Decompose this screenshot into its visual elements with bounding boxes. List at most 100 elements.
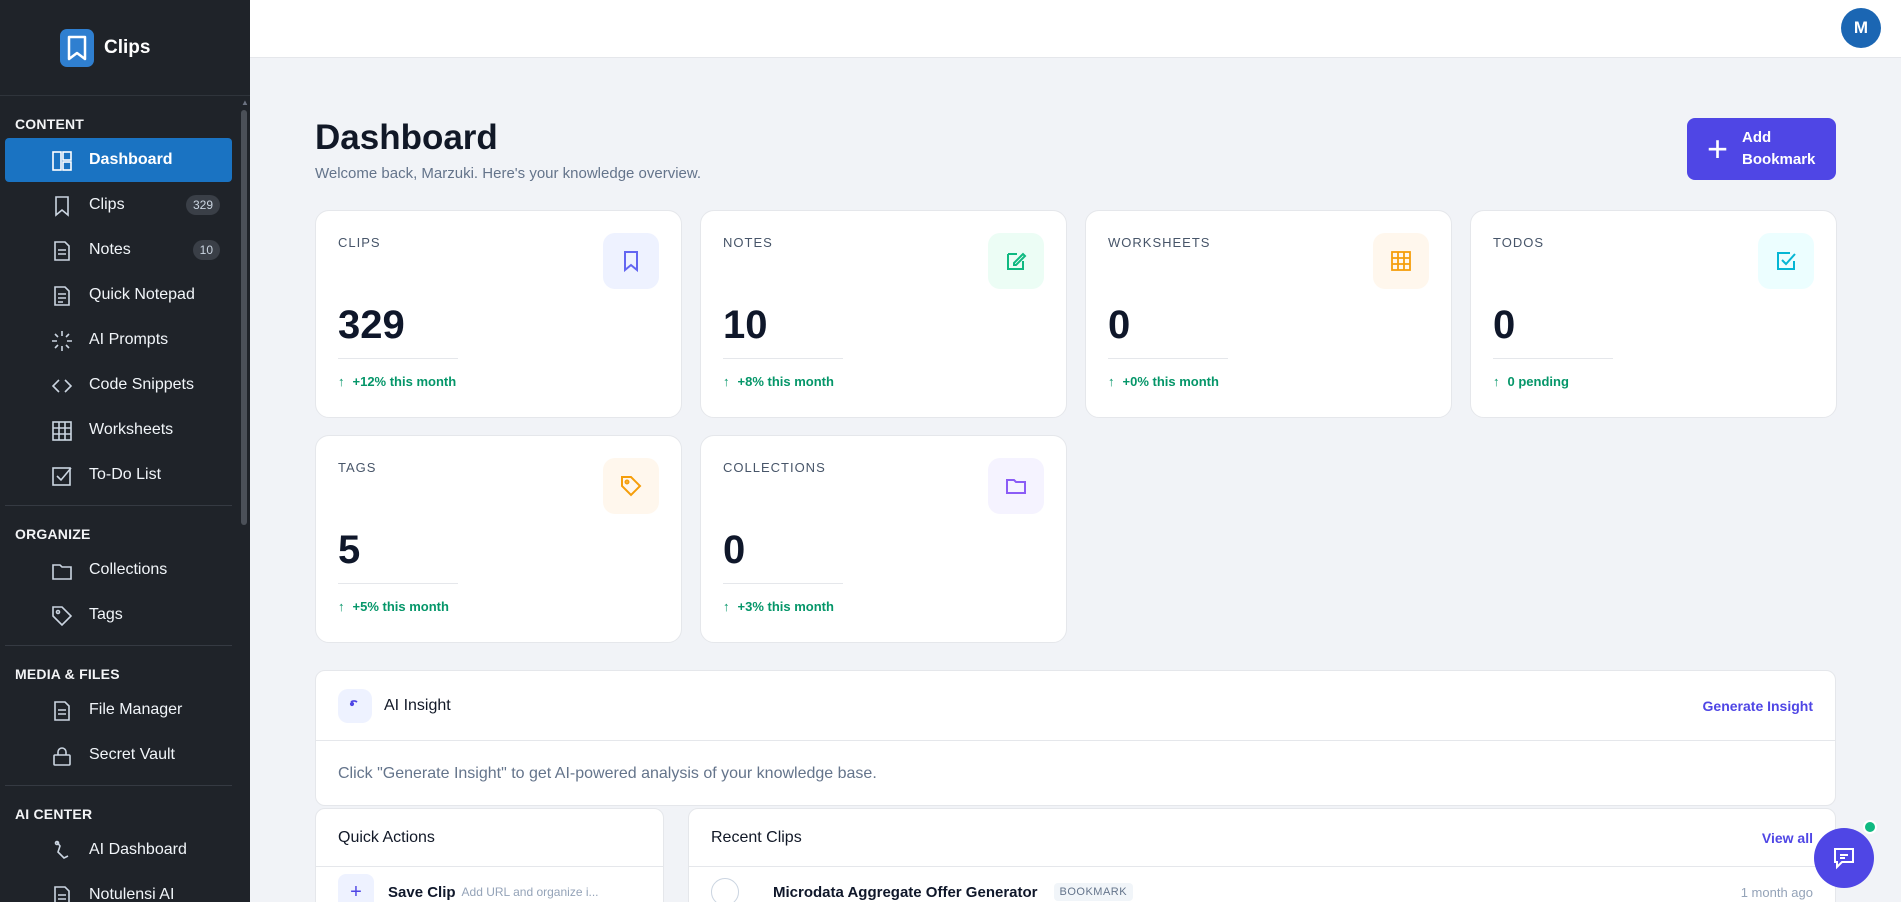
topbar: M: [250, 0, 1901, 58]
checkbox-icon: [1758, 233, 1814, 289]
sidebar-item-worksheets[interactable]: Worksheets: [5, 408, 232, 452]
sidebar-item-collections[interactable]: Collections: [5, 548, 232, 592]
sidebar-item-todo-list[interactable]: To-Do List: [5, 453, 232, 497]
app-logo-icon: [60, 28, 94, 67]
globe-icon: [711, 878, 739, 902]
stat-card-notes[interactable]: NOTES 10 ↑ +8% this month: [700, 210, 1067, 418]
lock-icon: [53, 747, 71, 766]
arrow-up-icon: ↑: [1493, 374, 1500, 389]
divider: [338, 583, 458, 584]
stat-card-tags[interactable]: TAGS 5 ↑ +5% this month: [315, 435, 682, 643]
page-subtitle: Welcome back, Marzuki. Here's your knowl…: [315, 165, 702, 182]
sidebar-item-label: AI Dashboard: [89, 841, 187, 858]
sidebar-item-label: Collections: [89, 561, 168, 578]
ai-insight-title: AI Insight: [384, 696, 451, 714]
arrow-up-icon: ↑: [723, 374, 730, 389]
bookmark-icon: [55, 196, 69, 217]
scroll-up-arrow-icon[interactable]: ▲: [241, 98, 249, 107]
add-bookmark-button[interactable]: + Add Bookmark: [1687, 118, 1836, 180]
stat-label: COLLECTIONS: [723, 460, 826, 475]
sidebar-item-notulensi-ai[interactable]: Notulensi AI: [5, 873, 232, 902]
quick-actions-title: Quick Actions: [316, 809, 663, 867]
stat-label: CLIPS: [338, 235, 381, 250]
sidebar-item-dashboard[interactable]: Dashboard: [5, 138, 232, 182]
stat-value: 10: [723, 303, 768, 347]
note-icon: [54, 241, 70, 261]
sidebar-item-label: Dashboard: [89, 151, 173, 168]
ai-insight-card: AI Insight Generate Insight Click "Gener…: [315, 670, 1836, 806]
grid-icon: [1373, 233, 1429, 289]
section-organize: ORGANIZE: [15, 526, 91, 542]
divider: [1108, 358, 1228, 359]
divider: [338, 358, 458, 359]
generate-insight-button[interactable]: Generate Insight: [1703, 698, 1813, 714]
trend-text: +5% this month: [352, 599, 449, 614]
quick-action-desc: Add URL and organize i...: [461, 885, 599, 899]
stat-value: 0: [1493, 303, 1516, 347]
spark-icon: [52, 331, 72, 351]
stat-trend: ↑ +0% this month: [1108, 374, 1219, 389]
count-badge: 329: [185, 195, 220, 215]
arrow-up-icon: ↑: [338, 374, 345, 389]
stat-card-clips[interactable]: CLIPS 329 ↑ +12% this month: [315, 210, 682, 418]
stat-card-collections[interactable]: COLLECTIONS 0 ↑ +3% this month: [700, 435, 1067, 643]
sidebar-item-quick-notepad[interactable]: Quick Notepad: [5, 273, 232, 317]
quick-action-label: Save Clip: [388, 883, 456, 901]
view-all-link[interactable]: View all: [1762, 830, 1813, 846]
sidebar-item-clips[interactable]: Clips 329: [5, 183, 232, 227]
sidebar-item-code-snippets[interactable]: Code Snippets: [5, 363, 232, 407]
arrow-up-icon: ↑: [338, 599, 345, 614]
trend-text: 0 pending: [1507, 374, 1569, 389]
recent-clips-header: Recent Clips View all: [689, 809, 1835, 867]
stat-trend: ↑ +3% this month: [723, 599, 834, 614]
plus-icon: +: [1707, 128, 1729, 169]
sidebar-item-tags[interactable]: Tags: [5, 593, 232, 637]
online-status-dot: [1863, 820, 1877, 834]
plus-icon: +: [338, 874, 374, 902]
sidebar-item-ai-prompts[interactable]: AI Prompts: [5, 318, 232, 362]
folder-icon: [52, 564, 72, 580]
sidebar-item-label: File Manager: [89, 701, 183, 718]
trend-text: +3% this month: [737, 599, 834, 614]
tag-icon: [52, 606, 73, 627]
arrow-up-icon: ↑: [723, 599, 730, 614]
ai-insight-body: Click "Generate Insight" to get AI-power…: [338, 765, 877, 782]
stat-label: WORKSHEETS: [1108, 235, 1211, 250]
sidebar-scrollbar[interactable]: [241, 110, 247, 525]
grid-icon: [52, 421, 72, 441]
sidebar-item-notes[interactable]: Notes 10: [5, 228, 232, 272]
stat-value: 5: [338, 528, 361, 572]
bookmark-icon: [603, 233, 659, 289]
edit-icon: [988, 233, 1044, 289]
sidebar-item-label: Code Snippets: [89, 376, 194, 393]
sidebar-item-file-manager[interactable]: File Manager: [5, 688, 232, 732]
section-ai-center: AI CENTER: [15, 806, 93, 822]
chat-icon: [1834, 848, 1854, 870]
section-media-files: MEDIA & FILES: [15, 666, 120, 682]
list-item[interactable]: Microdata Aggregate Offer Generator BOOK…: [689, 867, 1835, 902]
divider: [723, 583, 843, 584]
stat-card-worksheets[interactable]: WORKSHEETS 0 ↑ +0% this month: [1085, 210, 1452, 418]
divider: [723, 358, 843, 359]
file-icon: [54, 886, 70, 902]
avatar[interactable]: M: [1841, 8, 1881, 48]
divider: [1493, 358, 1613, 359]
section-content: CONTENT: [15, 116, 85, 132]
recent-clips-panel: Recent Clips View all Microdata Aggregat…: [688, 808, 1836, 902]
stat-trend: ↑ +5% this month: [338, 599, 449, 614]
folder-icon: [988, 458, 1044, 514]
clip-title: Microdata Aggregate Offer Generator: [773, 883, 1038, 901]
sidebar-item-label: Clips: [89, 196, 125, 213]
trend-text: +12% this month: [352, 374, 457, 389]
brand[interactable]: Clips: [0, 0, 250, 96]
sidebar-item-label: Tags: [89, 606, 123, 623]
sidebar-item-ai-dashboard[interactable]: AI Dashboard: [5, 828, 232, 872]
add-bookmark-label: Add Bookmark: [1742, 129, 1816, 168]
quick-action-save-clip[interactable]: + Save Clip Add URL and organize i...: [316, 867, 663, 902]
trend-text: +0% this month: [1122, 374, 1219, 389]
stat-trend: ↑ 0 pending: [1493, 374, 1569, 389]
chat-button[interactable]: [1814, 828, 1874, 888]
sidebar-item-secret-vault[interactable]: Secret Vault: [5, 733, 232, 777]
stat-label: TODOS: [1493, 235, 1544, 250]
stat-card-todos[interactable]: TODOS 0 ↑ 0 pending: [1470, 210, 1837, 418]
